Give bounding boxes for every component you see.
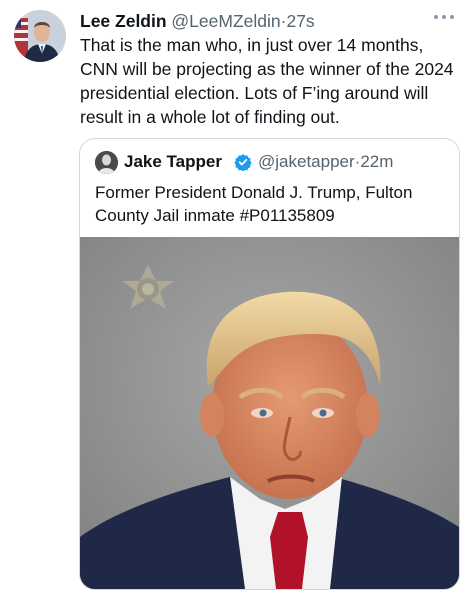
tweet-text: That is the man who, in just over 14 mon… <box>80 35 454 127</box>
quoted-author-name[interactable]: Jake Tapper <box>124 150 222 174</box>
mugshot-photo[interactable] <box>80 237 459 589</box>
quoted-timestamp[interactable]: 22m <box>360 152 393 171</box>
quoted-author-handle[interactable]: @jaketapper <box>258 152 355 171</box>
author-handle[interactable]: @LeeMZeldin <box>171 11 280 31</box>
author-name[interactable]: Lee Zeldin <box>80 11 167 31</box>
quoted-author-meta[interactable]: @jaketapper·22m <box>258 150 393 174</box>
quoted-tweet-header: Jake Tapper @jaketapper·22m <box>95 150 449 174</box>
timestamp[interactable]: 27s <box>286 11 314 31</box>
quoted-tweet-text: Former President Donald J. Trump, Fulton… <box>95 183 413 225</box>
more-options-icon[interactable] <box>432 6 456 27</box>
quoted-tweet[interactable]: Jake Tapper @jaketapper·22m Former Presi… <box>79 138 460 590</box>
tweet[interactable]: Lee Zeldin @LeeMZeldin·27s That is the m… <box>0 0 474 593</box>
verified-badge-icon <box>234 153 252 172</box>
author-avatar[interactable] <box>14 10 66 62</box>
quoted-author-avatar[interactable] <box>95 151 118 174</box>
tweet-header: Lee Zeldin @LeeMZeldin·27s <box>80 9 460 33</box>
